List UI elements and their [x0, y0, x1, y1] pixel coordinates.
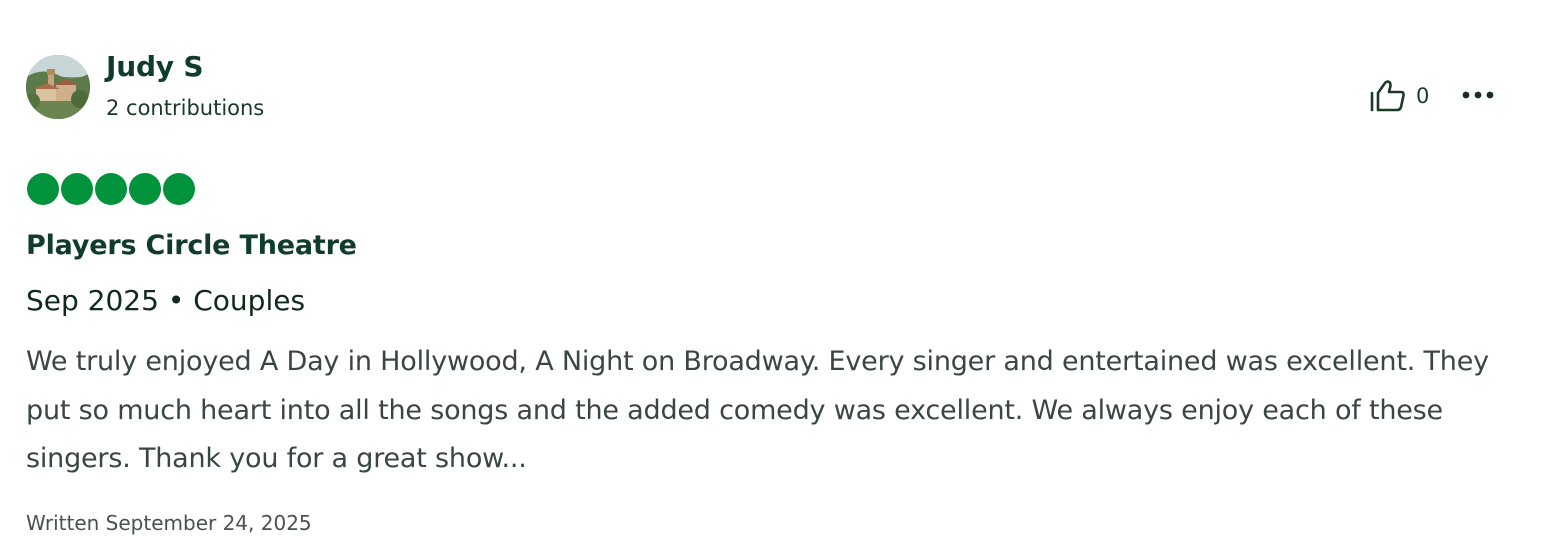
helpful-vote-button[interactable]: 0: [1368, 76, 1429, 116]
rating-bubble-icon: [129, 173, 161, 205]
helpful-count: 0: [1416, 84, 1430, 108]
author-name[interactable]: Judy S: [106, 50, 204, 83]
rating-bubble-icon: [163, 173, 195, 205]
thumbs-up-icon: [1368, 76, 1408, 116]
more-options-icon: [1462, 91, 1494, 99]
rating-bubble-icon: [95, 173, 127, 205]
review-card: Judy S 2 contributions 0 Players Circle …: [0, 0, 1558, 555]
avatar[interactable]: [26, 55, 90, 119]
user-avatar-photo-icon: [26, 55, 90, 119]
more-options-button[interactable]: [1458, 80, 1498, 110]
contributions-count: 2 contributions: [106, 96, 265, 120]
rating-bubble-icon: [27, 173, 59, 205]
rating-bubbles: [27, 173, 195, 205]
review-title[interactable]: Players Circle Theatre: [26, 230, 357, 261]
review-body: We truly enjoyed A Day in Hollywood, A N…: [26, 346, 1489, 474]
visit-info: Sep 2025 • Couples: [26, 284, 306, 317]
written-date: Written September 24, 2025: [26, 511, 312, 535]
rating-bubble-icon: [61, 173, 93, 205]
